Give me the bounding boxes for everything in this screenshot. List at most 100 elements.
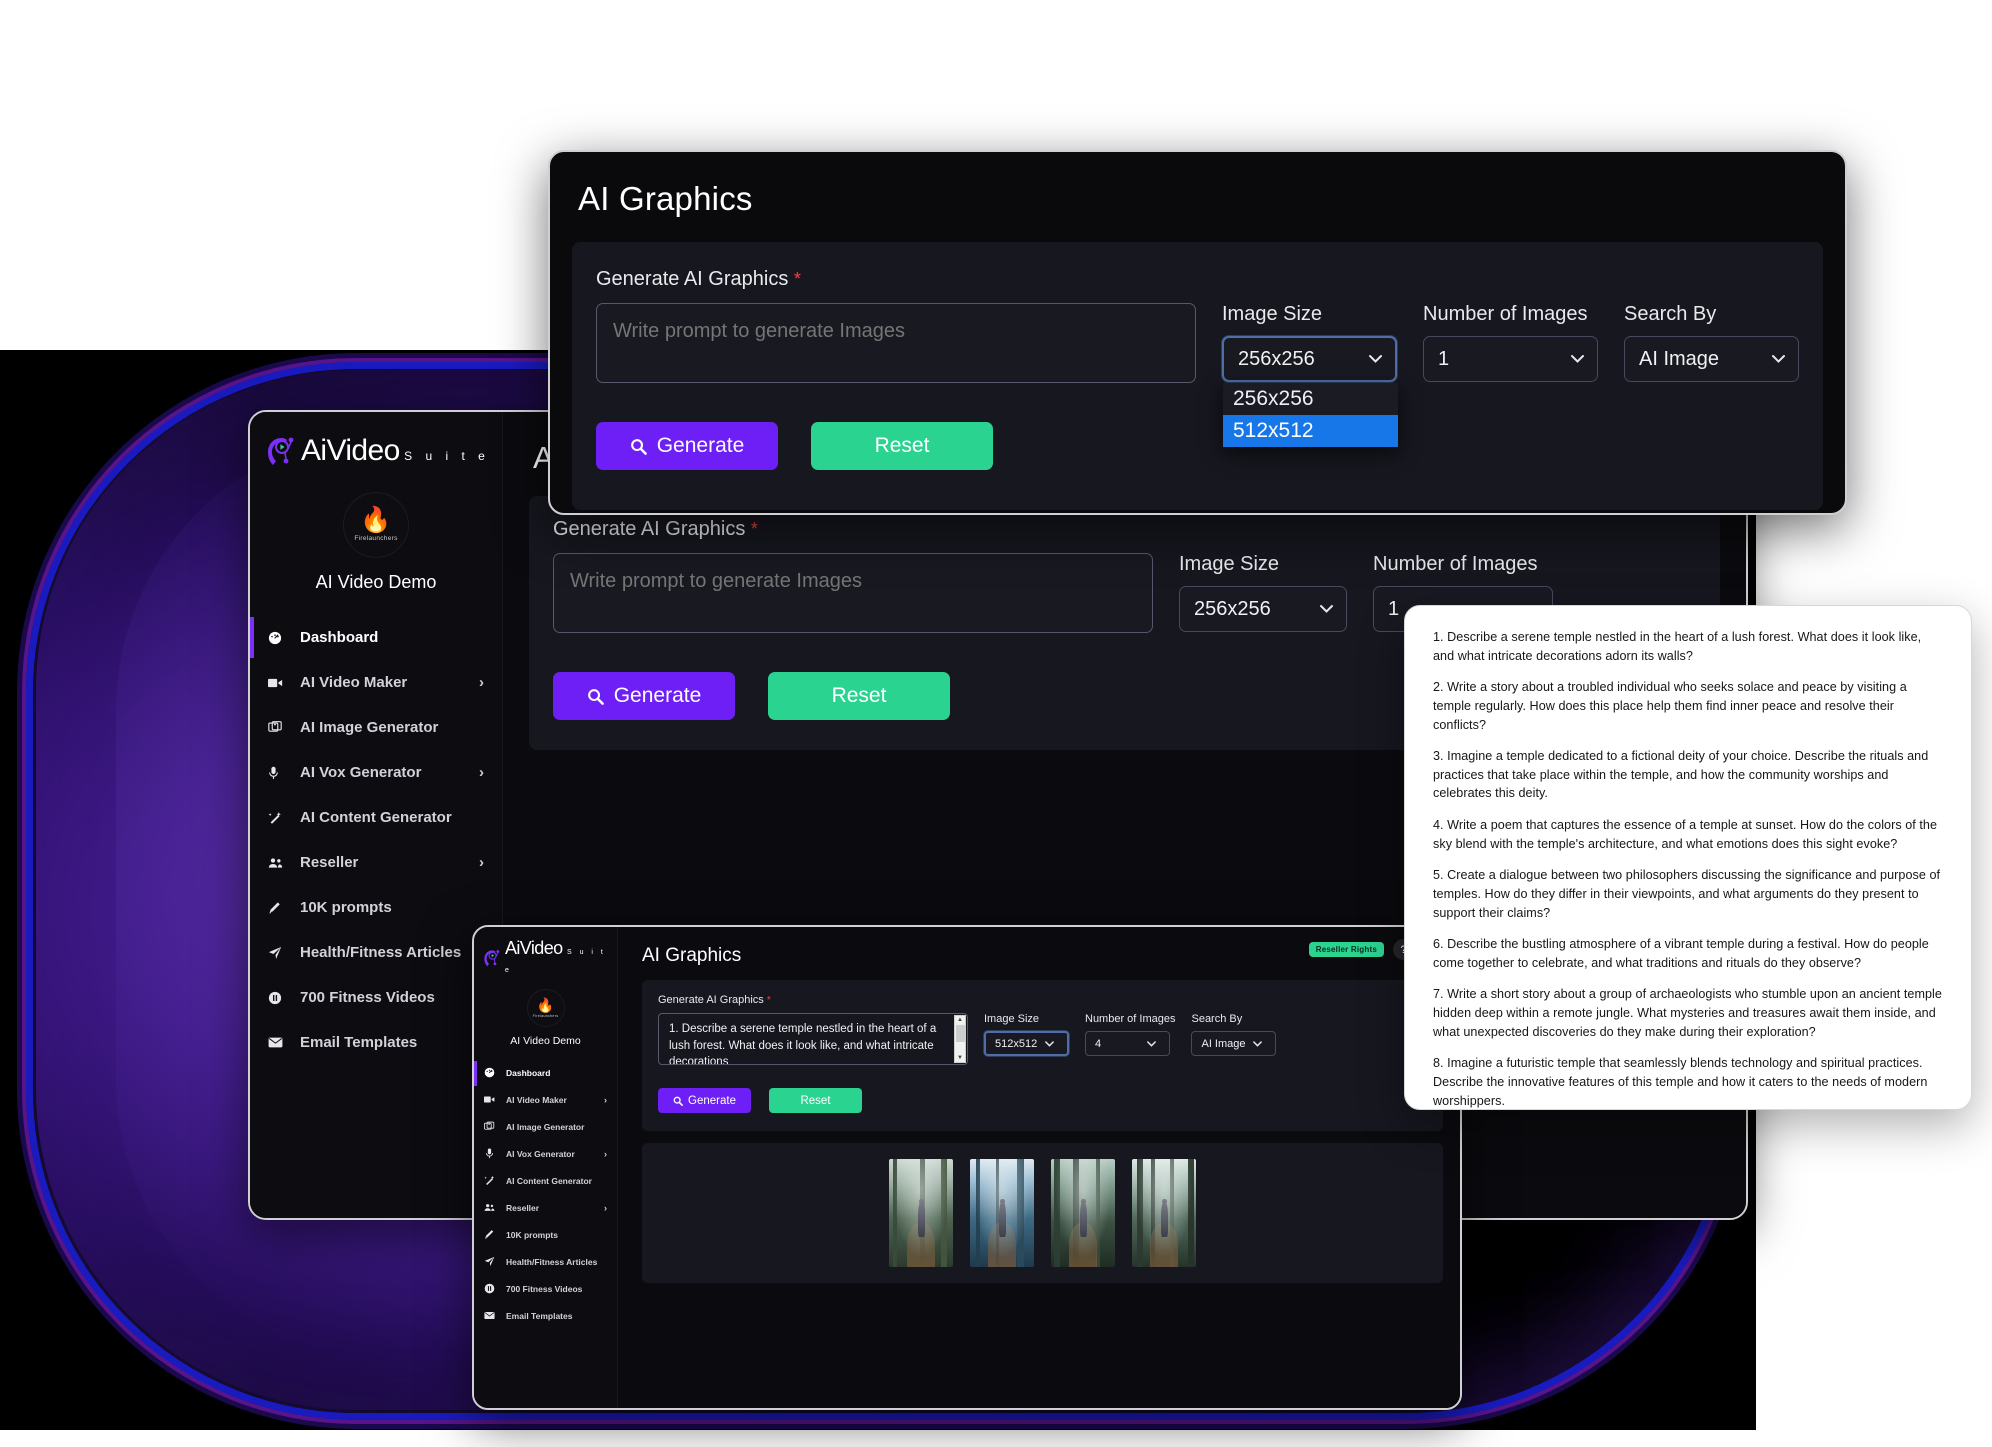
pencil-icon bbox=[484, 1229, 500, 1240]
paper-plane-icon bbox=[268, 946, 294, 960]
bottom-prompt-input[interactable] bbox=[658, 1013, 968, 1065]
brand-subtitle: S u i t e bbox=[404, 449, 490, 463]
sidebar-item-label: Dashboard bbox=[506, 1067, 551, 1078]
pause-circle-icon bbox=[484, 1283, 500, 1294]
sidebar-item-label: Health/Fitness Articles bbox=[506, 1256, 598, 1267]
sidebar-item-label: 10K prompts bbox=[506, 1229, 558, 1240]
sidebar-item-label: Health/Fitness Articles bbox=[300, 944, 462, 961]
textarea-scrollbar[interactable]: ▲ ▼ bbox=[954, 1015, 966, 1063]
sidebar-item-ai-content-generator[interactable]: AI Content Generator bbox=[474, 1167, 617, 1194]
bottom-image-size-value: 512x512 bbox=[995, 1037, 1038, 1050]
sidebar-item-reseller[interactable]: Reseller › bbox=[250, 840, 502, 885]
prompt-list-item: 7. Write a short story about a group of … bbox=[1433, 987, 1942, 1039]
sidebar-item-ai-video-maker[interactable]: AI Video Maker › bbox=[474, 1086, 617, 1113]
sidebar-item-label: Email Templates bbox=[300, 1034, 418, 1051]
dashboard-icon bbox=[268, 631, 294, 645]
top-prompt-label-text: Generate AI Graphics bbox=[596, 268, 789, 290]
bottom-action-buttons: Generate Reset bbox=[658, 1088, 1427, 1113]
chevron-down-icon bbox=[1320, 605, 1333, 614]
image-size-dropdown-list[interactable]: 256x256 512x512 bbox=[1223, 383, 1398, 448]
paper-plane-icon bbox=[484, 1256, 500, 1267]
chevron-right-icon: › bbox=[604, 1148, 607, 1159]
sidebar-item-label: AI Image Generator bbox=[300, 719, 439, 736]
generated-image-thumbnail[interactable] bbox=[1051, 1159, 1115, 1267]
required-asterisk: * bbox=[750, 519, 758, 539]
bottom-reset-button[interactable]: Reset bbox=[769, 1088, 862, 1113]
flame-icon: 🔥 bbox=[360, 506, 392, 534]
mist-overlay bbox=[889, 1159, 953, 1267]
chevron-right-icon: › bbox=[604, 1202, 607, 1213]
top-number-of-images-label: Number of Images bbox=[1423, 303, 1588, 325]
bottom-search-by-value: AI Image bbox=[1201, 1037, 1246, 1050]
top-form-row: Image Size 256x256 256x256 512x512 Numbe… bbox=[596, 303, 1799, 448]
bottom-dashboard-window: AiVideo S u i t e 🔥 Firelaunchers AI Vid… bbox=[472, 925, 1462, 1410]
top-prompt-input[interactable] bbox=[596, 303, 1196, 383]
chevron-down-icon bbox=[1772, 355, 1785, 364]
scroll-thumb[interactable] bbox=[956, 1025, 965, 1042]
avatar[interactable]: 🔥 Firelaunchers bbox=[343, 492, 409, 558]
scroll-down-arrow-icon[interactable]: ▼ bbox=[957, 1054, 963, 1062]
bottom-number-of-images-value: 4 bbox=[1095, 1037, 1102, 1050]
brand-logo[interactable]: AiVideo S u i t e bbox=[250, 412, 502, 468]
chevron-down-icon bbox=[1571, 355, 1584, 364]
top-number-of-images-select[interactable]: 1 bbox=[1423, 336, 1598, 382]
sidebar-item-ai-vox-generator[interactable]: AI Vox Generator › bbox=[474, 1140, 617, 1167]
bottom-search-by-select[interactable]: AI Image bbox=[1191, 1031, 1277, 1056]
sidebar-item-health-fitness-articles[interactable]: Health/Fitness Articles bbox=[250, 930, 502, 975]
top-generate-button[interactable]: Generate bbox=[596, 422, 778, 470]
account-name: AI Video Demo bbox=[315, 572, 437, 592]
flame-icon: 🔥 bbox=[536, 997, 555, 1013]
sidebar-item-email-templates[interactable]: Email Templates bbox=[250, 1020, 502, 1065]
generated-image-thumbnail[interactable] bbox=[970, 1159, 1034, 1267]
prompts-document-panel[interactable]: 1. Describe a serene temple nestled in t… bbox=[1404, 605, 1972, 1110]
sidebar-item-ai-vox-generator[interactable]: AI Vox Generator › bbox=[250, 750, 502, 795]
bottom-generate-button[interactable]: Generate bbox=[658, 1088, 751, 1113]
top-image-size-group: Image Size 256x256 256x256 512x512 bbox=[1222, 303, 1398, 448]
prompt-input[interactable] bbox=[553, 553, 1153, 633]
generated-image-thumbnail[interactable] bbox=[1132, 1159, 1196, 1267]
sidebar-item-700-fitness-videos[interactable]: 700 Fitness Videos bbox=[474, 1275, 617, 1302]
users-icon bbox=[484, 1202, 500, 1213]
sidebar-item-10k-prompts[interactable]: 10K prompts bbox=[474, 1221, 617, 1248]
sidebar-item-ai-content-generator[interactable]: AI Content Generator bbox=[250, 795, 502, 840]
dropdown-option-0[interactable]: 256x256 bbox=[1223, 383, 1398, 415]
image-size-group: Image Size 256x256 bbox=[1179, 553, 1347, 632]
bottom-image-size-label: Image Size bbox=[984, 1013, 1040, 1025]
generated-image-thumbnail[interactable] bbox=[889, 1159, 953, 1267]
microphone-icon bbox=[268, 766, 294, 780]
sidebar-item-reseller[interactable]: Reseller › bbox=[474, 1194, 617, 1221]
magic-wand-icon bbox=[268, 811, 294, 825]
mist-overlay bbox=[970, 1159, 1034, 1267]
sidebar-item-ai-video-maker[interactable]: AI Video Maker › bbox=[250, 660, 502, 705]
top-search-by-select[interactable]: AI Image bbox=[1624, 336, 1799, 382]
sidebar-item-10k-prompts[interactable]: 10K prompts bbox=[250, 885, 502, 930]
sidebar-item-health-fitness-articles[interactable]: Health/Fitness Articles bbox=[474, 1248, 617, 1275]
sidebar: AiVideo S u i t e 🔥 Firelaunchers AI Vid… bbox=[250, 412, 503, 1218]
bottom-ai-graphics-form: Generate AI Graphics * ▲ ▼ Image Size bbox=[642, 980, 1443, 1131]
sidebar-item-email-templates[interactable]: Email Templates bbox=[474, 1302, 617, 1329]
prompt-list-item: 8. Imagine a futuristic temple that seam… bbox=[1433, 1056, 1928, 1108]
background-mask-bottom bbox=[0, 1430, 1992, 1447]
image-size-select[interactable]: 256x256 bbox=[1179, 586, 1347, 632]
generate-button[interactable]: Generate bbox=[553, 672, 735, 720]
bottom-image-size-select[interactable]: 512x512 bbox=[984, 1031, 1069, 1056]
sidebar-item-dashboard[interactable]: Dashboard bbox=[250, 615, 502, 660]
sidebar-item-label: AI Content Generator bbox=[300, 809, 452, 826]
sidebar-item-ai-image-generator[interactable]: AI Image Generator bbox=[474, 1113, 617, 1140]
brand-logo-compact[interactable]: AiVideo S u i t e bbox=[474, 927, 617, 977]
prompt-list-item: 4. Write a poem that captures the essenc… bbox=[1433, 818, 1938, 851]
sidebar-item-ai-image-generator[interactable]: AI Image Generator bbox=[250, 705, 502, 750]
top-image-size-select[interactable]: 256x256 256x256 512x512 bbox=[1222, 336, 1398, 448]
dropdown-option-1[interactable]: 512x512 bbox=[1223, 415, 1398, 448]
avatar[interactable]: 🔥 Firelaunchers bbox=[526, 989, 565, 1027]
bottom-number-of-images-select[interactable]: 4 bbox=[1085, 1031, 1170, 1056]
required-asterisk: * bbox=[793, 269, 801, 289]
scroll-up-arrow-icon[interactable]: ▲ bbox=[957, 1016, 963, 1024]
sidebar-item-dashboard[interactable]: Dashboard bbox=[474, 1059, 617, 1086]
sidebar-item-700-fitness-videos[interactable]: 700 Fitness Videos bbox=[250, 975, 502, 1020]
top-reset-button[interactable]: Reset bbox=[811, 422, 993, 470]
reset-button[interactable]: Reset bbox=[768, 672, 950, 720]
bottom-number-of-images-label: Number of Images bbox=[1085, 1013, 1176, 1025]
sidebar-item-label: AI Vox Generator bbox=[300, 764, 422, 781]
images-icon bbox=[268, 721, 294, 734]
